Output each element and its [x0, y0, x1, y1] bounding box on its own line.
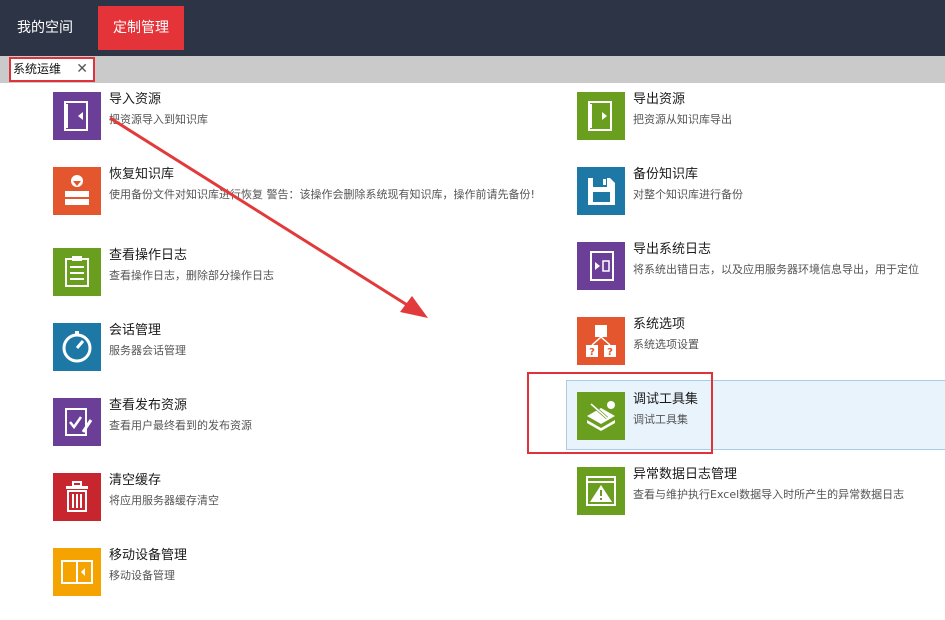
item-description: 服务器会话管理	[109, 344, 186, 357]
mobile-book-icon	[53, 548, 101, 596]
item-view-operation-log[interactable]: 查看操作日志 查看操作日志，删除部分操作日志	[53, 248, 443, 298]
item-description: 将应用服务器缓存清空	[109, 494, 219, 507]
item-description: 使用备份文件对知识库进行恢复 警告：该操作会删除系统现有知识库，操作前请先备份!	[109, 188, 535, 201]
item-description: 把资源导入到知识库	[109, 113, 208, 126]
item-description: 查看与维护执行Excel数据导入时所产生的异常数据日志	[633, 488, 905, 501]
restore-icon	[53, 167, 101, 215]
tab-label: 系统运维	[13, 62, 62, 76]
publish-check-icon	[53, 398, 101, 446]
item-title: 导出资源	[633, 92, 686, 107]
sub-tab-bar: 系统运维 ✕	[0, 56, 945, 83]
item-title: 恢复知识库	[109, 167, 175, 182]
item-exception-data-log[interactable]: 异常数据日志管理 查看与维护执行Excel数据导入时所产生的异常数据日志	[577, 467, 945, 517]
log-clipboard-icon	[53, 248, 101, 296]
item-export-system-log[interactable]: 导出系统日志 将系统出错日志，以及应用服务器环境信息导出，用于定位	[577, 242, 945, 292]
svg-text:?: ?	[607, 347, 613, 358]
item-title: 移动设备管理	[109, 548, 188, 563]
warning-calendar-icon	[577, 467, 625, 515]
item-mobile-device-management[interactable]: 移动设备管理 移动设备管理	[53, 548, 443, 598]
close-icon[interactable]: ✕	[76, 59, 88, 80]
item-title: 查看操作日志	[109, 248, 188, 263]
item-clear-cache[interactable]: 清空缓存 将应用服务器缓存清空	[53, 473, 443, 523]
highlight-box	[527, 372, 713, 454]
system-options-icon: ??	[577, 317, 625, 365]
trash-icon	[53, 473, 101, 521]
item-title: 异常数据日志管理	[633, 467, 738, 482]
item-title: 清空缓存	[109, 473, 162, 488]
svg-text:?: ?	[589, 347, 595, 358]
nav-tab-my-space[interactable]: 我的空间	[5, 6, 85, 50]
item-description: 查看操作日志，删除部分操作日志	[109, 269, 274, 282]
import-book-icon	[53, 92, 101, 140]
item-description: 移动设备管理	[109, 569, 175, 582]
item-title: 导入资源	[109, 92, 162, 107]
item-restore-knowledge-base[interactable]: 恢复知识库 使用备份文件对知识库进行恢复 警告：该操作会删除系统现有知识库，操作…	[53, 167, 535, 217]
top-nav-bar: 我的空间 定制管理	[0, 0, 945, 56]
item-title: 查看发布资源	[109, 398, 188, 413]
export-log-icon	[577, 242, 625, 290]
item-title: 备份知识库	[633, 167, 699, 182]
item-description: 把资源从知识库导出	[633, 113, 732, 126]
tab-system-maintenance[interactable]: 系统运维 ✕	[9, 57, 95, 82]
export-book-icon	[577, 92, 625, 140]
nav-tab-custom-management[interactable]: 定制管理	[98, 6, 184, 50]
floppy-disk-icon	[577, 167, 625, 215]
item-description: 查看用户最终看到的发布资源	[109, 419, 252, 432]
item-title: 会话管理	[109, 323, 162, 338]
item-description: 系统选项设置	[633, 338, 699, 351]
item-import-resources[interactable]: 导入资源 把资源导入到知识库	[53, 92, 443, 142]
item-description: 对整个知识库进行备份	[633, 188, 743, 201]
session-gauge-icon	[53, 323, 101, 371]
item-title: 导出系统日志	[633, 242, 712, 257]
item-session-management[interactable]: 会话管理 服务器会话管理	[53, 323, 443, 373]
item-view-published-resources[interactable]: 查看发布资源 查看用户最终看到的发布资源	[53, 398, 443, 448]
item-system-options[interactable]: ?? 系统选项 系统选项设置	[577, 317, 945, 367]
item-description: 将系统出错日志，以及应用服务器环境信息导出，用于定位	[633, 263, 919, 276]
item-backup-knowledge-base[interactable]: 备份知识库 对整个知识库进行备份	[577, 167, 945, 217]
item-title: 系统选项	[633, 317, 686, 332]
item-export-resources[interactable]: 导出资源 把资源从知识库导出	[577, 92, 945, 142]
